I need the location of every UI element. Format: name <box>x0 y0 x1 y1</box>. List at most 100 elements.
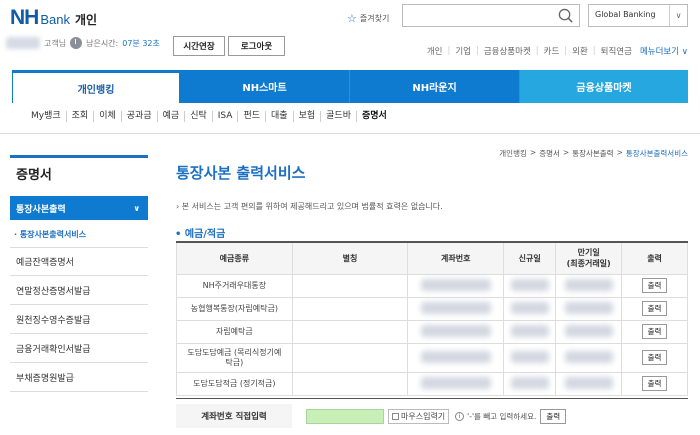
maturity-redacted <box>555 319 623 344</box>
account-alias <box>291 342 409 373</box>
account-type: 도담도담적금 (정기적금) <box>176 371 293 396</box>
table-row: 농협행복통장(자립예탁금) 출력 <box>176 296 688 321</box>
account-type: 도담도담예금 (목리식정기예탁금) <box>176 342 293 373</box>
tab-personal-banking[interactable]: 개인뱅킹 <box>12 70 180 103</box>
account-number-redacted <box>407 273 505 298</box>
direct-print-button[interactable]: 출력 <box>540 408 567 424</box>
sub-menu-item-certificate[interactable]: 증명서 <box>357 111 392 122</box>
maturity-redacted <box>555 296 623 321</box>
logo-bank: Bank <box>40 12 70 27</box>
session-info: 고객님 남은시간: 07분 32초 <box>6 37 160 49</box>
star-icon: ☆ <box>347 12 357 25</box>
account-number-redacted <box>407 342 505 373</box>
col-open-date: 신규일 <box>503 241 557 275</box>
user-suffix: 고객님 <box>44 38 67 48</box>
table-row: NH주거래우대통장 출력 <box>176 273 688 298</box>
lnb-item[interactable]: 예금잔액증명서 <box>10 247 148 276</box>
remaining-label: 남은시간: <box>86 38 119 48</box>
lnb-item[interactable]: 금융거래확인서발급 <box>10 334 148 363</box>
logo-personal: 개인 <box>74 13 98 27</box>
util-link[interactable]: 외환 <box>572 45 588 57</box>
maturity-redacted <box>555 342 623 373</box>
lnb-item[interactable]: 연말정산증명서발급 <box>10 276 148 305</box>
mouse-keyboard-toggle[interactable]: 마우스입력기 <box>388 408 450 424</box>
print-cell: 출력 <box>621 371 688 396</box>
account-type: 농협행복통장(자립예탁금) <box>176 296 293 321</box>
util-link[interactable]: 개인 <box>427 45 443 57</box>
search-input[interactable] <box>403 5 553 26</box>
favorites-label: 즐겨찾기 <box>359 14 390 23</box>
breadcrumb-item[interactable]: 통장사본출력 <box>572 148 613 159</box>
logout-button[interactable]: 로그아웃 <box>228 36 285 56</box>
open-date-redacted <box>503 342 557 373</box>
print-cell: 출력 <box>621 296 688 321</box>
tab-nh-lounge[interactable]: NH라운지 <box>350 70 520 103</box>
divider <box>176 398 688 399</box>
print-button[interactable]: 출력 <box>641 350 668 365</box>
util-link[interactable]: 금융상품마켓 <box>484 45 531 57</box>
util-links: 개인 | 기업 | 금융상품마켓 | 카드 | 외환 | 퇴직연금 메뉴더보기 ∨ <box>426 45 688 57</box>
maturity-redacted <box>555 371 623 396</box>
account-alias <box>291 371 409 396</box>
col-print: 출력 <box>621 241 688 275</box>
sub-menu: My뱅크 조회 이체 공과금 예금 신탁 ISA 펀드 대출 보험 골드바 증명… <box>26 111 392 122</box>
sub-menu-item[interactable]: ISA <box>213 111 239 122</box>
util-link[interactable]: 퇴직연금 <box>601 45 632 57</box>
extend-session-button[interactable]: 시간연장 <box>173 36 225 56</box>
breadcrumb-current: 통장사본출력서비스 <box>625 149 688 158</box>
account-number-input[interactable] <box>306 408 384 424</box>
lnb-item[interactable]: 부채증명원발급 <box>10 363 148 392</box>
input-hint-text: '-'를 빼고 입력하세요. <box>467 411 537 421</box>
chevron-down-icon: ∨ <box>681 47 688 57</box>
search-icon[interactable] <box>558 8 573 23</box>
col-account: 계좌번호 <box>407 241 505 275</box>
nh-bank-logo[interactable]: NH Bank 개인 <box>10 6 97 30</box>
util-link[interactable]: 기업 <box>455 45 471 57</box>
util-link[interactable]: 카드 <box>544 45 560 57</box>
breadcrumb: 개인뱅킹 > 증명서 > 통장사본출력 > 통장사본출력서비스 <box>499 148 688 159</box>
maturity-redacted <box>555 273 623 298</box>
breadcrumb-item[interactable]: 증명서 <box>539 148 560 159</box>
direct-input-label: 계좌번호 직접입력 <box>176 404 292 428</box>
print-button[interactable]: 출력 <box>641 278 668 293</box>
divider <box>0 133 700 134</box>
table-row: 도담도담예금 (목리식정기예탁금) 출력 <box>176 342 688 373</box>
sub-menu-item[interactable]: 이체 <box>94 111 122 122</box>
clock-icon <box>70 37 83 49</box>
lnb-item-label: 통장사본출력 <box>16 204 66 215</box>
sub-menu-item[interactable]: 펀드 <box>238 111 267 122</box>
sub-menu-item[interactable]: 공과금 <box>122 111 158 122</box>
chevron-down-icon: ∨ <box>133 203 141 213</box>
favorites-link[interactable]: ☆ 즐겨찾기 <box>347 12 389 25</box>
tab-nh-smart[interactable]: NH스마트 <box>180 70 350 103</box>
sub-menu-item[interactable]: 골드바 <box>321 111 357 122</box>
account-table: 예금종류 별칭 계좌번호 신규일 만기일 (최종거래일) 출력 NH주거래우대통… <box>176 241 688 396</box>
remaining-time: 07분 32초 <box>122 38 160 48</box>
sub-menu-item[interactable]: 보험 <box>294 111 322 122</box>
lnb-item-bankbook-copy[interactable]: 통장사본출력 ∨ <box>10 196 148 220</box>
sub-menu-item[interactable]: 대출 <box>266 111 294 122</box>
menu-more-link[interactable]: 메뉴더보기 ∨ <box>640 45 688 57</box>
sub-menu-item[interactable]: 조회 <box>67 111 95 122</box>
print-button[interactable]: 출력 <box>641 376 668 391</box>
account-alias <box>291 319 409 344</box>
lnb-subitem-bankbook-service[interactable]: · 통장사본출력서비스 <box>14 229 86 240</box>
page-title: 통장사본 출력서비스 <box>176 164 306 182</box>
account-type: 자립예탁금 <box>176 319 293 344</box>
global-banking-select[interactable]: Global Banking ∨ <box>588 4 688 27</box>
chevron-down-icon: ∨ <box>669 5 687 26</box>
sub-menu-item[interactable]: 신탁 <box>185 111 213 122</box>
sub-menu-item[interactable]: My뱅크 <box>26 111 67 122</box>
table-row: 자립예탁금 출력 <box>176 319 688 344</box>
col-alias: 별칭 <box>291 241 409 275</box>
sub-menu-item[interactable]: 예금 <box>158 111 186 122</box>
print-button[interactable]: 출력 <box>641 324 668 339</box>
tab-financial-market[interactable]: 금융상품마켓 <box>520 70 688 103</box>
lnb-item[interactable]: 원천징수영수증발급 <box>10 305 148 334</box>
print-button[interactable]: 출력 <box>641 301 668 316</box>
print-cell: 출력 <box>621 273 688 298</box>
notice-text: › 본 서비스는 고객 편의를 위하여 제공해드리고 있으며 법률적 효력은 없… <box>176 202 443 211</box>
breadcrumb-item[interactable]: 개인뱅킹 <box>499 148 527 159</box>
print-cell: 출력 <box>621 319 688 344</box>
print-cell: 출력 <box>621 342 688 373</box>
